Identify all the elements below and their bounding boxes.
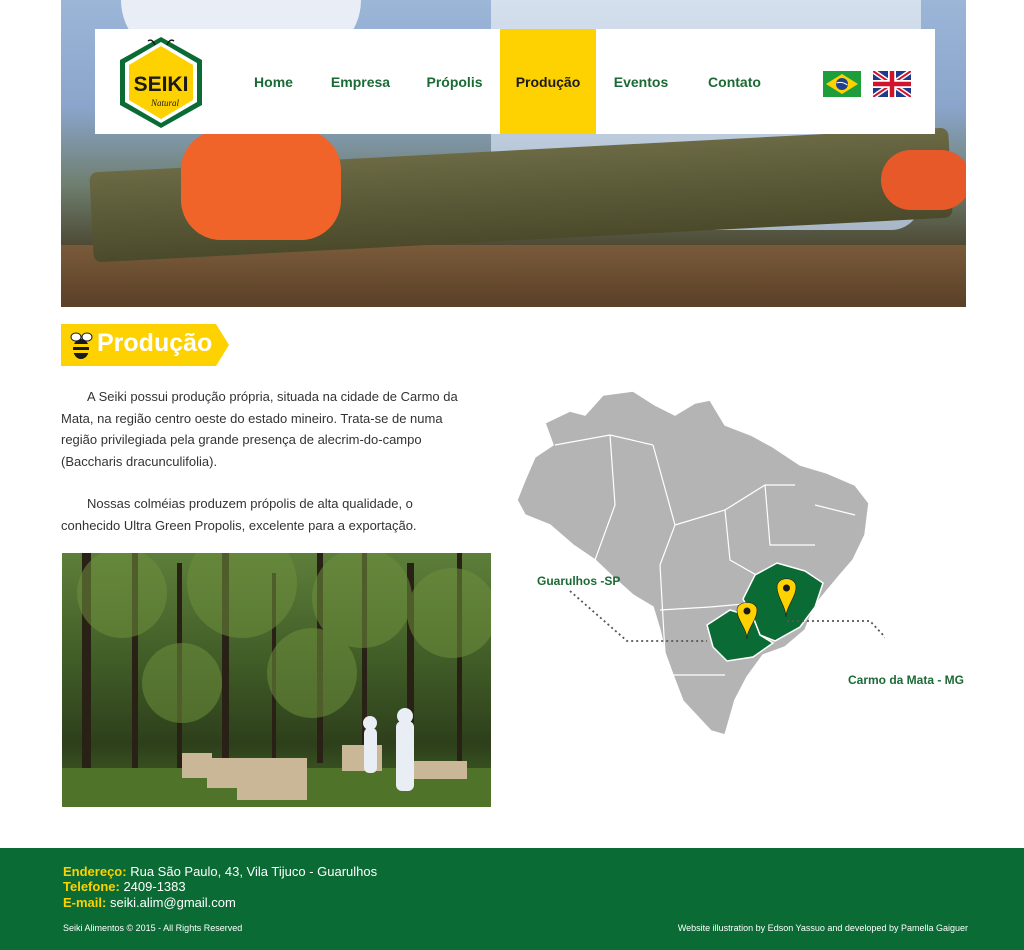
page-title-text: Produção: [97, 329, 213, 357]
intro-paragraph-1: A Seiki possui produção própria, situada…: [61, 389, 458, 469]
credit-text: Website illustration by Edson Yassuo and…: [677, 923, 968, 933]
copyright-text: Seiki Alimentos © 2015 - All Rights Rese…: [63, 923, 243, 933]
footer-address: Endereço: Rua São Paulo, 43, Vila Tijuco…: [63, 864, 377, 879]
brazil-flag-icon[interactable]: [823, 71, 861, 97]
uk-flag-icon[interactable]: [873, 71, 911, 97]
map-label-carmo-da-mata: Carmo da Mata - MG: [848, 673, 965, 687]
brazil-map: Guarulhos -SP Carmo da Mata - MG: [515, 385, 964, 745]
page-title: Produção: [61, 324, 229, 366]
nav-home[interactable]: Home: [235, 29, 312, 134]
address-value: Rua São Paulo, 43, Vila Tijuco - Guarulh…: [130, 864, 378, 879]
nav-eventos[interactable]: Eventos: [596, 29, 686, 134]
phone-value: 2409-1383: [123, 879, 186, 894]
logo-text: SEIKI: [134, 73, 189, 96]
footer-email: E-mail: seiki.alim@gmail.com: [63, 895, 236, 910]
nav-empresa[interactable]: Empresa: [312, 29, 409, 134]
intro-text: A Seiki possui produção própria, situada…: [61, 386, 471, 536]
logo-tagline: Natural: [150, 98, 180, 108]
main-nav: Home Empresa Própolis Produção Eventos C…: [235, 29, 783, 134]
phone-label: Telefone:: [63, 879, 120, 894]
apiary-photo: [62, 553, 491, 807]
email-label: E-mail:: [63, 895, 107, 910]
address-label: Endereço:: [63, 864, 127, 879]
nav-contato[interactable]: Contato: [686, 29, 783, 134]
intro-paragraph-2: Nossas colméias produzem própolis de alt…: [61, 496, 417, 533]
email-link[interactable]: seiki.alim@gmail.com: [110, 895, 236, 910]
nav-producao[interactable]: Produção: [500, 29, 596, 134]
site-header: SEIKI Natural Home Empresa Própolis Prod…: [95, 29, 935, 134]
seiki-logo[interactable]: SEIKI Natural: [118, 35, 204, 130]
footer-phone: Telefone: 2409-1383: [63, 879, 186, 894]
map-label-guarulhos: Guarulhos -SP: [537, 574, 621, 588]
nav-propolis[interactable]: Própolis: [409, 29, 500, 134]
site-footer: Endereço: Rua São Paulo, 43, Vila Tijuco…: [0, 848, 1024, 950]
